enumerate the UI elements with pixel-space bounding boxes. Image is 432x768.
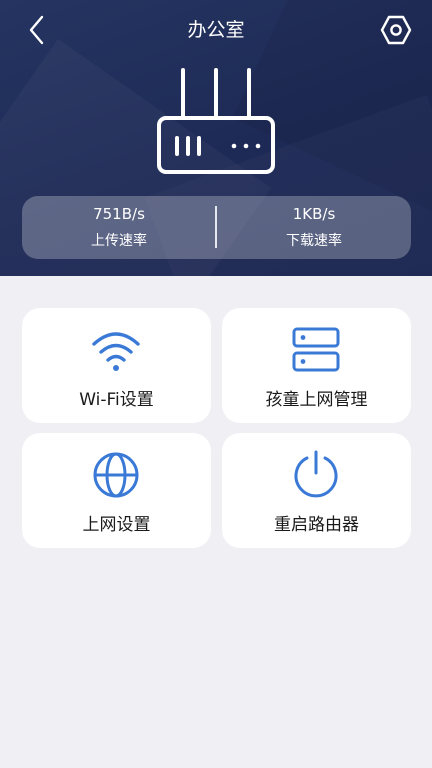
- router-icon: [157, 68, 275, 174]
- download-speed-value: 1KB/s: [292, 205, 336, 223]
- internet-settings-label: 上网设置: [82, 515, 151, 535]
- upload-speed: 751B/s 上传速率: [22, 196, 216, 259]
- restart-router-card[interactable]: 重启路由器: [222, 433, 411, 548]
- page-title: 办公室: [187, 19, 245, 41]
- child-internet-label: 孩童上网管理: [265, 390, 368, 410]
- settings-button[interactable]: [378, 12, 414, 48]
- restart-router-label: 重启路由器: [274, 515, 359, 535]
- download-speed-label: 下载速率: [286, 233, 342, 249]
- speed-panel: 751B/s 上传速率 1KB/s 下载速率: [22, 196, 411, 259]
- child-internet-card[interactable]: 孩童上网管理: [222, 308, 411, 423]
- globe-icon: [93, 452, 139, 498]
- download-speed: 1KB/s 下载速率: [217, 196, 411, 259]
- wifi-settings-label: Wi-Fi设置: [79, 390, 154, 410]
- upload-speed-label: 上传速率: [91, 233, 147, 249]
- internet-settings-card[interactable]: 上网设置: [22, 433, 211, 548]
- hexagon-settings-icon: [380, 15, 412, 45]
- wifi-settings-card[interactable]: Wi-Fi设置: [22, 308, 211, 423]
- header: 办公室 751B/s 上传速率 1KB/s 下载速率: [0, 0, 432, 276]
- power-icon: [294, 450, 338, 498]
- server-icon: [292, 327, 340, 372]
- upload-speed-value: 751B/s: [93, 205, 145, 223]
- wifi-icon: [92, 332, 140, 371]
